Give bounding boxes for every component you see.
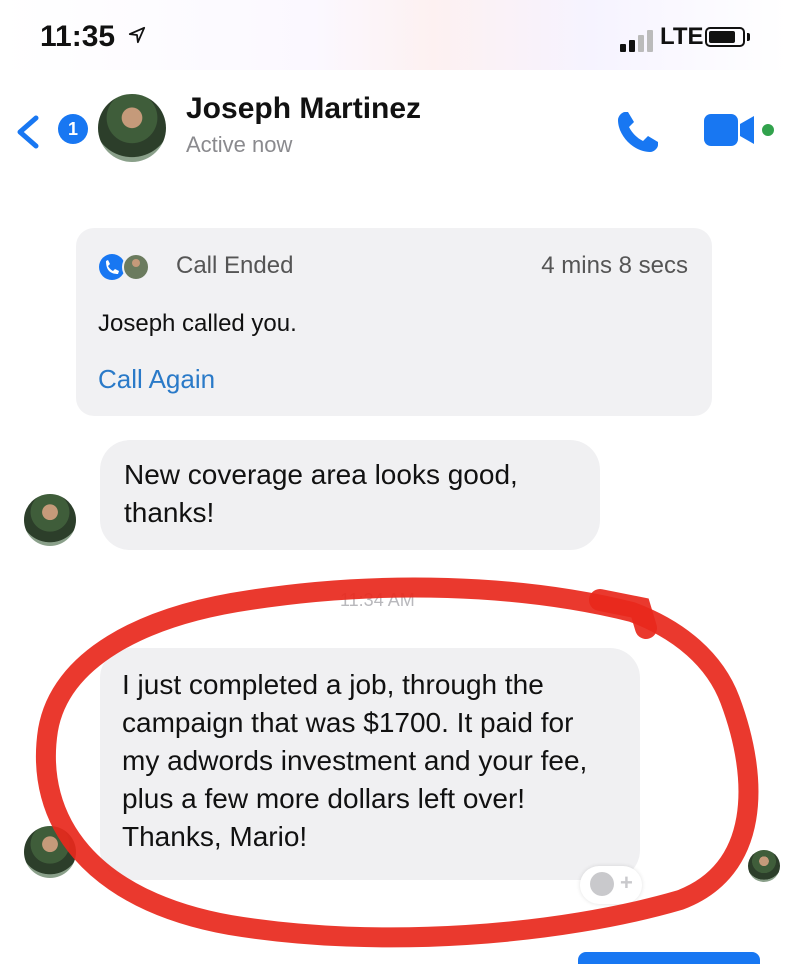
- status-time: 11:35: [40, 20, 116, 53]
- message-timestamp: 11:34 AM: [340, 590, 415, 610]
- battery-tip: [747, 33, 750, 41]
- location-arrow-icon: [128, 26, 146, 44]
- back-chevron-icon: [17, 115, 39, 149]
- conversation-header: 1 Joseph Martinez Active now: [0, 70, 787, 180]
- contact-avatar[interactable]: [98, 94, 166, 162]
- call-participants-icon: [99, 253, 150, 281]
- contact-name[interactable]: Joseph Martinez: [186, 92, 421, 126]
- call-description: Joseph called you.: [98, 310, 297, 337]
- message-bubble[interactable]: New coverage area looks good, thanks!: [100, 440, 600, 550]
- battery-icon: [705, 27, 745, 47]
- add-reaction-icon: [590, 872, 614, 896]
- network-type: LTE: [660, 23, 704, 50]
- back-button[interactable]: 1: [12, 110, 88, 154]
- phone-icon[interactable]: [612, 106, 664, 158]
- read-receipt-avatar: [748, 850, 780, 882]
- call-again-link[interactable]: Call Again: [98, 364, 215, 395]
- video-camera-icon[interactable]: [700, 108, 780, 152]
- status-bar: 11:35 LTE: [0, 0, 787, 70]
- unread-badge: 1: [58, 114, 88, 144]
- signal-icon: [620, 30, 656, 52]
- call-ended-label: Call Ended: [176, 252, 294, 279]
- message-bubble[interactable]: I just completed a job, through the camp…: [100, 648, 640, 880]
- call-duration: 4 mins 8 secs: [541, 252, 688, 279]
- bottom-action-button[interactable]: [578, 952, 760, 964]
- contact-status: Active now: [186, 132, 293, 157]
- sender-avatar[interactable]: [24, 826, 76, 878]
- call-ended-card: Call Ended 4 mins 8 secs Joseph called y…: [76, 228, 712, 416]
- sender-avatar[interactable]: [24, 494, 76, 546]
- add-reaction-button[interactable]: +: [580, 866, 642, 904]
